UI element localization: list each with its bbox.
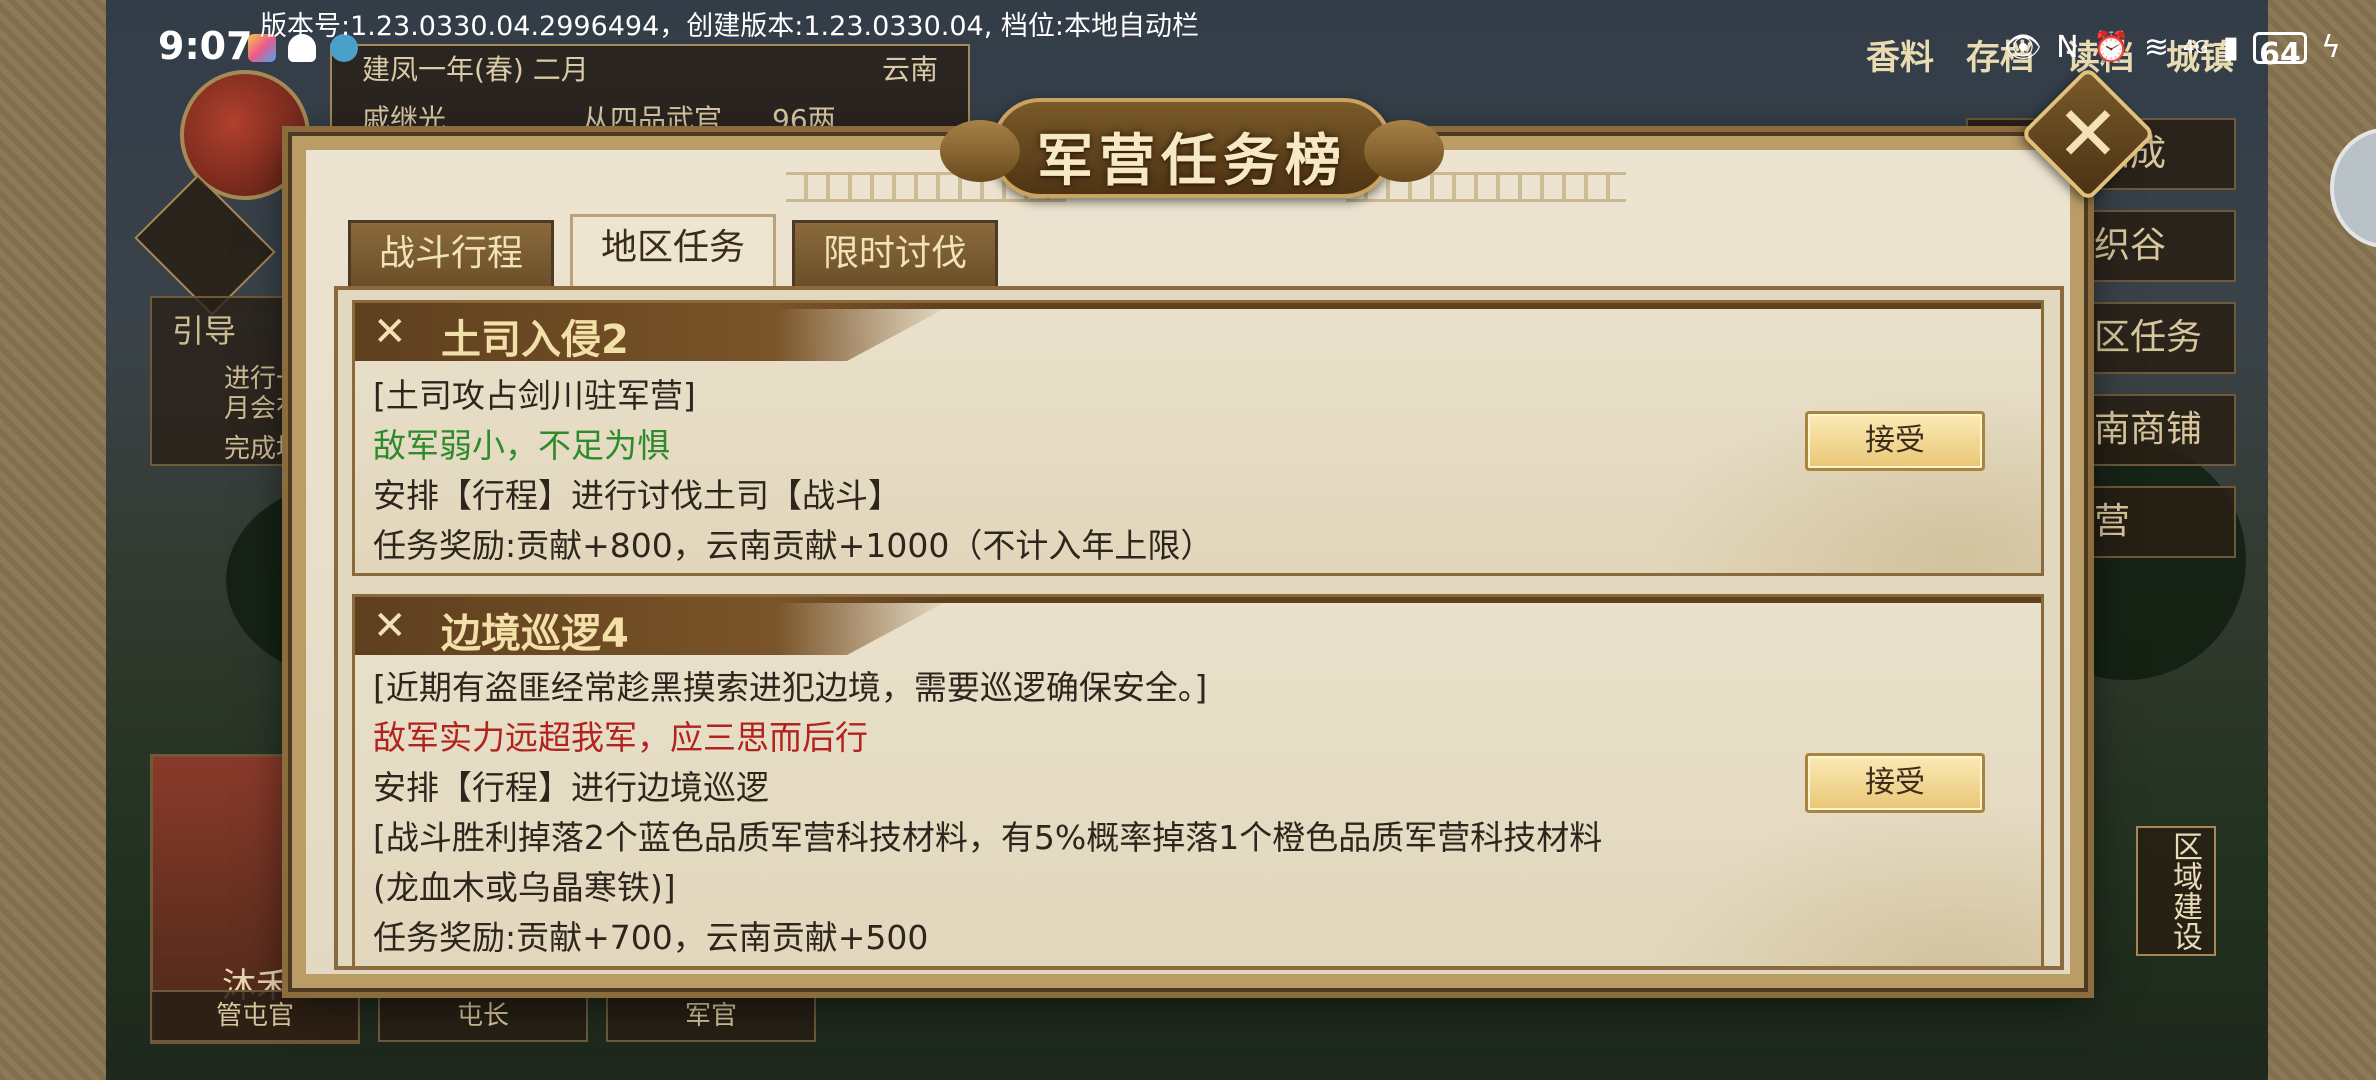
guide-line: 月会有 bbox=[224, 394, 290, 424]
version-text: 版本号:1.23.0330.04.2996494，创建版本:1.23.0330.… bbox=[260, 11, 1199, 42]
barracks-task-board-modal: 战斗行程 地区任务 限时讨伐 ✕ 土司入侵2 [土司攻占剑川驻军营] 敌军弱小，… bbox=[288, 66, 2156, 992]
bottom-button-officer[interactable]: 军官 bbox=[606, 990, 816, 1042]
signal-icon: ▮ bbox=[2222, 30, 2239, 65]
system-status-bar: 9:07 版本号:1.23.0330.04.2996494，创建版本:1.23.… bbox=[0, 0, 2376, 96]
nfc-icon: N bbox=[2056, 30, 2079, 65]
modal-body: 战斗行程 地区任务 限时讨伐 ✕ 土司入侵2 [土司攻占剑川驻军营] 敌军弱小，… bbox=[306, 150, 2070, 974]
accept-button[interactable]: 接受 bbox=[1805, 753, 1985, 813]
task-arrangement: 安排【行程】进行讨伐土司【战斗】 bbox=[373, 476, 901, 515]
network-type: 4G bbox=[2183, 37, 2209, 58]
region-build-button[interactable]: 区域建设 bbox=[2136, 826, 2216, 956]
task-reward: 任务奖励:贡献+800，云南贡献+1000（不计入年上限） bbox=[373, 526, 1214, 565]
landscape-decoration bbox=[1621, 373, 2041, 573]
task-name: 土司入侵2 bbox=[441, 317, 629, 363]
landscape-decoration bbox=[1621, 791, 2041, 966]
task-difficulty: 敌军弱小，不足为惧 bbox=[373, 426, 670, 465]
title-plaque: 军营任务榜 bbox=[940, 98, 1444, 198]
wifi-icon: ≋ bbox=[2143, 30, 2170, 65]
alarm-icon: ⏰ bbox=[2092, 30, 2130, 65]
task-description: [近期有盗匪经常趁黑摸索进犯边境，需要巡逻确保安全。] bbox=[373, 668, 1208, 707]
guide-line: 完成地 bbox=[224, 434, 290, 464]
guide-title: 引导 bbox=[172, 312, 237, 350]
bottom-button-tunzhang[interactable]: 屯长 bbox=[378, 990, 588, 1042]
guide-panel[interactable]: 引导 进行一 月会有 完成地 bbox=[150, 296, 290, 466]
bottom-button-tuntian-officer[interactable]: 管屯官 bbox=[150, 990, 360, 1042]
tab-limited-crusade[interactable]: 限时讨伐 bbox=[792, 220, 999, 288]
task-arrangement: 安排【行程】进行边境巡逻 bbox=[373, 768, 769, 807]
task-name: 边境巡逻4 bbox=[441, 611, 629, 657]
close-icon: ✕ bbox=[2056, 89, 2120, 178]
eye-icon: 👁 bbox=[2004, 30, 2043, 65]
charging-icon: ϟ bbox=[2320, 30, 2341, 65]
crossed-swords-icon: ✕ bbox=[373, 603, 407, 649]
tab-battle-journey[interactable]: 战斗行程 bbox=[348, 220, 555, 288]
system-icons: 👁 N ⏰ ≋ 4G ▮ 64 ϟ bbox=[2004, 28, 2341, 72]
tab-region-tasks[interactable]: 地区任务 bbox=[570, 214, 777, 288]
battery-indicator: 64 bbox=[2252, 32, 2307, 72]
task-description: [土司攻占剑川驻军营] bbox=[373, 376, 696, 415]
crossed-swords-icon: ✕ bbox=[373, 309, 407, 355]
task-drop-info: [战斗胜利掉落2个蓝色品质军营科技材料，有5%概率掉落1个橙色品质军营科技材料 bbox=[373, 818, 1603, 857]
task-card: ✕ 边境巡逻4 [近期有盗匪经常趁黑摸索进犯边境，需要巡逻确保安全。] 敌军实力… bbox=[352, 594, 2044, 966]
task-difficulty: 敌军实力远超我军，应三思而后行 bbox=[373, 718, 868, 757]
task-list[interactable]: ✕ 土司入侵2 [土司攻占剑川驻军营] 敌军弱小，不足为惧 安排【行程】进行讨伐… bbox=[334, 286, 2064, 970]
task-drop-info: (龙血木或乌晶寒铁)] bbox=[373, 868, 676, 907]
task-reward: 任务奖励:贡献+700，云南贡献+500 bbox=[373, 918, 929, 957]
modal-title: 军营任务榜 bbox=[1037, 129, 1347, 194]
accept-button[interactable]: 接受 bbox=[1805, 411, 1985, 471]
task-card: ✕ 土司入侵2 [土司攻占剑川驻军营] 敌军弱小，不足为惧 安排【行程】进行讨伐… bbox=[352, 300, 2044, 576]
clock: 9:07 bbox=[158, 24, 253, 68]
